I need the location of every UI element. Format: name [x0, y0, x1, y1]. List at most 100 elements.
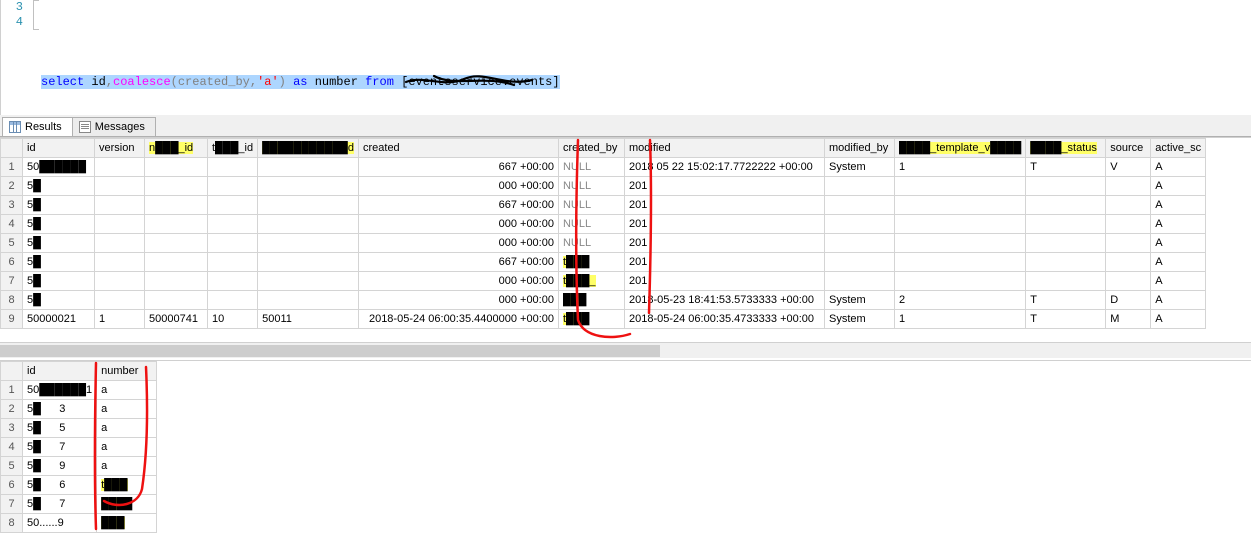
results-grid-1[interactable]: id version n███_id t███_id ███████████d …: [0, 137, 1251, 342]
col-modified[interactable]: modified: [624, 139, 824, 158]
cell-redacted[interactable]: [1026, 177, 1106, 196]
table-row[interactable]: 25█000 +00:00NULL201A: [1, 177, 1206, 196]
cell-created-by[interactable]: NULL: [558, 158, 624, 177]
cell-redacted[interactable]: [145, 158, 208, 177]
cell-created-by[interactable]: t███_: [558, 272, 624, 291]
table-row[interactable]: 45█ 7a: [1, 438, 157, 457]
cell-redacted[interactable]: [258, 177, 359, 196]
cell-redacted[interactable]: [258, 272, 359, 291]
cell-redacted[interactable]: T: [1026, 291, 1106, 310]
sql-code[interactable]: select id,coalesce(created_by,'a') as nu…: [41, 0, 560, 120]
cell-modified-by[interactable]: [824, 253, 894, 272]
cell-id[interactable]: 5█ 7: [23, 438, 97, 457]
table-row[interactable]: 35█ 5a: [1, 419, 157, 438]
cell-modified-by[interactable]: [824, 272, 894, 291]
cell-created-by[interactable]: t███: [558, 253, 624, 272]
cell-active-sc[interactable]: A: [1151, 215, 1206, 234]
cell-tour-id[interactable]: [208, 177, 258, 196]
cell-redacted[interactable]: [258, 215, 359, 234]
cell-redacted[interactable]: [258, 196, 359, 215]
cell-id[interactable]: 5█: [23, 177, 95, 196]
cell-tour-id[interactable]: 10: [208, 310, 258, 329]
cell-active-sc[interactable]: A: [1151, 272, 1206, 291]
cell-version[interactable]: [95, 291, 145, 310]
cell-modified[interactable]: 201: [624, 196, 824, 215]
table-row[interactable]: 75█ 7████: [1, 495, 157, 514]
cell-created-by[interactable]: t███: [558, 310, 624, 329]
scroll-thumb[interactable]: [0, 345, 660, 357]
cell-modified-by[interactable]: [824, 196, 894, 215]
cell-source[interactable]: [1106, 272, 1151, 291]
sql-editor[interactable]: 3 4 select id,coalesce(created_by,'a') a…: [0, 0, 1251, 115]
cell-redacted[interactable]: [258, 291, 359, 310]
cell-created[interactable]: 667 +00:00: [358, 253, 558, 272]
cell-source[interactable]: [1106, 253, 1151, 272]
cell-created-by[interactable]: ███: [558, 291, 624, 310]
cell-active-sc[interactable]: A: [1151, 196, 1206, 215]
col-version[interactable]: version: [95, 139, 145, 158]
cell-id[interactable]: 5█: [23, 196, 95, 215]
cell-redacted[interactable]: [145, 253, 208, 272]
cell-tour-id[interactable]: [208, 196, 258, 215]
cell-redacted[interactable]: [258, 253, 359, 272]
cell-id[interactable]: 5█ 9: [23, 457, 97, 476]
cell-id[interactable]: 50000021: [23, 310, 95, 329]
table-row[interactable]: 150██████1a: [1, 381, 157, 400]
cell-id[interactable]: 5█ 7: [23, 495, 97, 514]
col-created-by[interactable]: created_by: [558, 139, 624, 158]
cell-redacted[interactable]: [1026, 272, 1106, 291]
cell-id[interactable]: 50......9: [23, 514, 97, 533]
table-row[interactable]: 95000002115000074110500112018-05-24 06:0…: [1, 310, 1206, 329]
table-row[interactable]: 65█ 6t███: [1, 476, 157, 495]
col-number[interactable]: number: [97, 362, 157, 381]
cell-created-by[interactable]: NULL: [558, 196, 624, 215]
cell-tour-id[interactable]: [208, 215, 258, 234]
cell-redacted[interactable]: [145, 272, 208, 291]
col-id[interactable]: id: [23, 362, 97, 381]
cell-version[interactable]: [95, 196, 145, 215]
cell-modified-by[interactable]: [824, 234, 894, 253]
cell-id[interactable]: 5█: [23, 234, 95, 253]
cell-redacted[interactable]: [258, 234, 359, 253]
cell-active-sc[interactable]: A: [1151, 234, 1206, 253]
cell-created[interactable]: 667 +00:00: [358, 196, 558, 215]
cell-id[interactable]: 5█ 6: [23, 476, 97, 495]
col-redacted-3[interactable]: n███_id: [145, 139, 208, 158]
cell-redacted[interactable]: [1026, 253, 1106, 272]
cell-redacted[interactable]: 1: [894, 310, 1025, 329]
table-row[interactable]: 45█000 +00:00NULL201A: [1, 215, 1206, 234]
cell-number[interactable]: a: [97, 419, 157, 438]
col-source[interactable]: source: [1106, 139, 1151, 158]
table-row[interactable]: 55█000 +00:00NULL201A: [1, 234, 1206, 253]
cell-version[interactable]: [95, 272, 145, 291]
table-row[interactable]: 850......9███: [1, 514, 157, 533]
cell-version[interactable]: 1: [95, 310, 145, 329]
cell-modified[interactable]: 2018 05 22 15:02:17.7722222 +00:00: [624, 158, 824, 177]
cell-source[interactable]: [1106, 234, 1151, 253]
cell-source[interactable]: V: [1106, 158, 1151, 177]
cell-modified-by[interactable]: System: [824, 291, 894, 310]
cell-created[interactable]: 2018-05-24 06:00:35.4400000 +00:00: [358, 310, 558, 329]
cell-version[interactable]: [95, 253, 145, 272]
cell-active-sc[interactable]: A: [1151, 158, 1206, 177]
cell-number[interactable]: a: [97, 400, 157, 419]
cell-source[interactable]: [1106, 215, 1151, 234]
table-row[interactable]: 35█667 +00:00NULL201A: [1, 196, 1206, 215]
cell-version[interactable]: [95, 177, 145, 196]
table-row[interactable]: 65█667 +00:00t███201A: [1, 253, 1206, 272]
cell-redacted[interactable]: 2: [894, 291, 1025, 310]
table-row[interactable]: 150██████667 +00:00NULL2018 05 22 15:02:…: [1, 158, 1206, 177]
table-row[interactable]: 85█000 +00:00███2018-05-23 18:41:53.5733…: [1, 291, 1206, 310]
cell-modified-by[interactable]: System: [824, 158, 894, 177]
cell-number[interactable]: ███: [97, 514, 157, 533]
cell-id[interactable]: 5█: [23, 253, 95, 272]
cell-redacted[interactable]: [258, 158, 359, 177]
cell-created[interactable]: 000 +00:00: [358, 215, 558, 234]
cell-tour-id[interactable]: [208, 158, 258, 177]
cell-redacted[interactable]: T: [1026, 158, 1106, 177]
table-row[interactable]: 55█ 9a: [1, 457, 157, 476]
cell-redacted[interactable]: [1026, 196, 1106, 215]
cell-active-sc[interactable]: A: [1151, 310, 1206, 329]
cell-created[interactable]: 667 +00:00: [358, 158, 558, 177]
table-row[interactable]: 75█000 +00:00t███_201A: [1, 272, 1206, 291]
